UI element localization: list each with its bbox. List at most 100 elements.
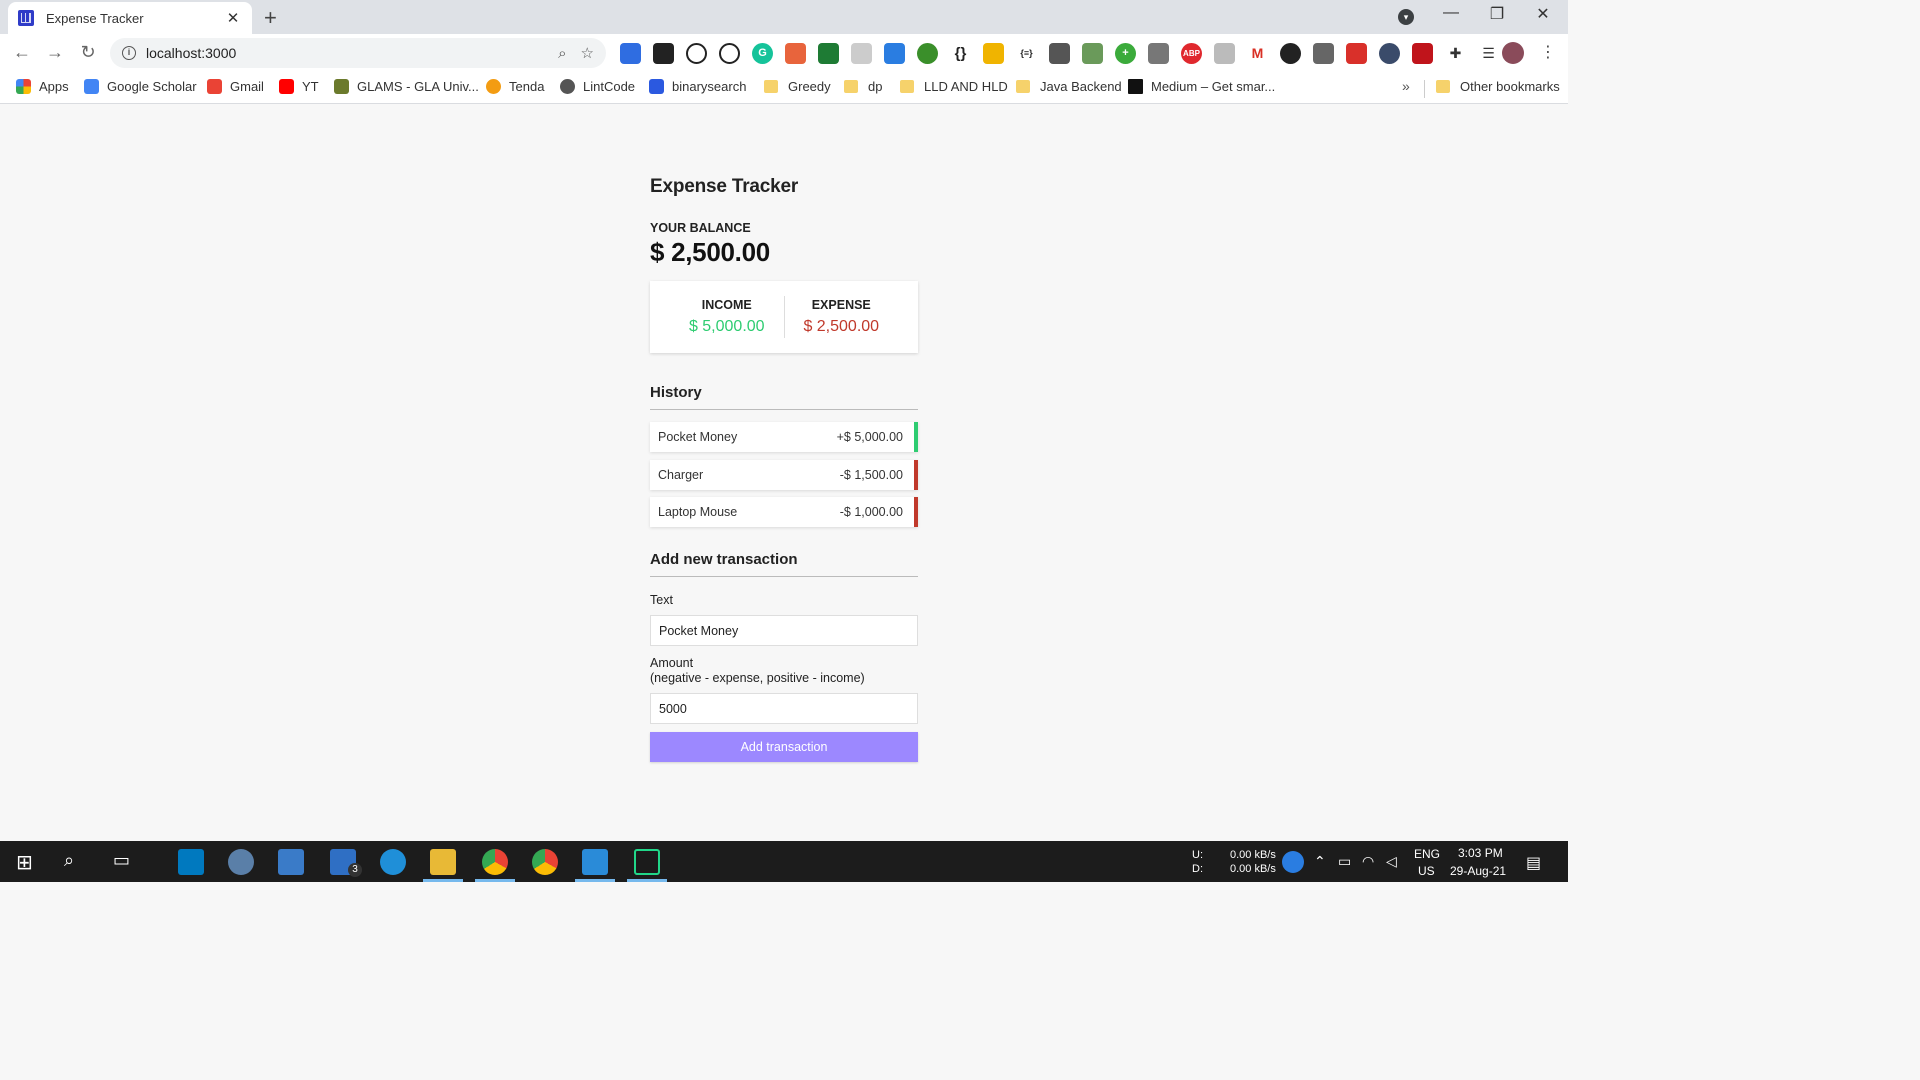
search-icon[interactable]: ⌕ [64, 850, 74, 871]
bookmark-yt[interactable]: YT [279, 79, 319, 94]
clock-date[interactable]: 29-Aug-21 [1450, 864, 1506, 878]
extension-icon[interactable] [1148, 43, 1169, 64]
bookmark-medium[interactable]: Medium – Get smar... [1128, 79, 1275, 94]
task-view-icon[interactable]: ▭ [113, 850, 130, 871]
gmail-extension-icon[interactable]: M [1247, 43, 1268, 64]
tab-search-icon[interactable]: ▾ [1398, 9, 1414, 25]
bookmark-folder-dp[interactable]: dp [844, 79, 882, 94]
add-transaction-button[interactable]: Add transaction [650, 732, 918, 762]
extension-icon[interactable] [1049, 43, 1070, 64]
transaction-item[interactable]: Laptop Mouse -$ 1,000.00 [650, 497, 918, 527]
bookmark-gmail[interactable]: Gmail [207, 79, 264, 94]
bookmark-glams[interactable]: GLAMS - GLA Univ... [334, 79, 479, 94]
window-close-icon[interactable]: ✕ [1528, 4, 1558, 24]
bookmark-folder-other[interactable]: Other bookmarks [1436, 79, 1560, 94]
browser-tab[interactable]: Expense Tracker ✕ [8, 2, 252, 34]
json-icon[interactable]: {} [950, 43, 971, 64]
extension-icon[interactable] [884, 43, 905, 64]
address-bar[interactable]: i localhost:3000 ⌕ ☆ [110, 38, 606, 68]
bookmark-folder-greedy[interactable]: Greedy [764, 79, 831, 94]
site-info-icon[interactable]: i [122, 46, 136, 60]
bookmark-binarysearch[interactable]: binarysearch [649, 79, 746, 94]
app-icon[interactable] [228, 849, 254, 875]
bookmark-folder-lld-hld[interactable]: LLD AND HLD [900, 79, 1008, 94]
bookmark-lintcode[interactable]: LintCode [560, 79, 635, 94]
webstorm-icon[interactable] [634, 849, 660, 875]
extension-icon[interactable] [1214, 43, 1235, 64]
windows-start-icon[interactable]: ⊞ [16, 850, 33, 875]
url-text[interactable]: localhost:3000 [146, 45, 544, 61]
reload-icon[interactable]: ↻ [76, 42, 100, 63]
folder-icon [764, 80, 778, 93]
vscode-icon[interactable] [582, 849, 608, 875]
bookmark-star-icon[interactable]: ☆ [581, 44, 594, 62]
extension-icon[interactable] [686, 43, 707, 64]
notifications-icon[interactable]: ▤ [1526, 853, 1541, 873]
reading-list-icon[interactable]: ☰ [1478, 43, 1499, 64]
chevron-up-icon[interactable]: ⌃ [1314, 853, 1326, 870]
extension-icon[interactable] [1412, 43, 1433, 64]
app-icon[interactable] [278, 849, 304, 875]
extension-icon[interactable] [719, 43, 740, 64]
text-input[interactable] [650, 615, 918, 646]
bookmark-label: Medium – Get smar... [1151, 79, 1276, 94]
extensions-puzzle-icon[interactable]: ✚ [1445, 43, 1466, 64]
edge-icon[interactable] [380, 849, 406, 875]
gmail-icon [207, 79, 222, 94]
file-explorer-icon[interactable] [430, 849, 456, 875]
forward-icon[interactable]: → [43, 42, 67, 63]
extension-icon[interactable] [983, 43, 1004, 64]
bookmark-folder-java-backend[interactable]: Java Backend [1016, 79, 1122, 94]
extension-icon[interactable] [785, 43, 806, 64]
amount-hint: (negative - expense, positive - income) [650, 671, 865, 685]
restore-icon[interactable]: ❐ [1482, 4, 1512, 24]
expense-tracker-app: Expense Tracker Your Balance $ 2,500.00 … [650, 176, 918, 762]
bookmark-tenda[interactable]: Tenda [486, 79, 544, 94]
extension-icon[interactable] [1082, 43, 1103, 64]
profile-avatar[interactable] [1502, 42, 1524, 64]
bookmark-apps[interactable]: Apps [16, 79, 69, 94]
app-favicon-icon [18, 10, 34, 26]
region-label[interactable]: US [1418, 864, 1435, 878]
transaction-item[interactable]: Pocket Money +$ 5,000.00 [650, 422, 918, 452]
extension-icon[interactable] [917, 43, 938, 64]
bookmarks-overflow-icon[interactable]: » [1402, 78, 1410, 94]
active-indicator [627, 879, 667, 882]
back-icon[interactable]: ← [10, 42, 34, 63]
extension-icon[interactable]: + [1115, 43, 1136, 64]
extension-icon[interactable] [851, 43, 872, 64]
bookmark-google-scholar[interactable]: Google Scholar [84, 79, 197, 94]
add-transaction-title: Add new transaction [650, 551, 918, 577]
extension-icon[interactable] [1379, 43, 1400, 64]
chrome-icon[interactable] [482, 849, 508, 875]
browser-menu-icon[interactable]: ⋮ [1540, 42, 1556, 62]
extension-icon[interactable] [818, 43, 839, 64]
transaction-item[interactable]: Charger -$ 1,500.00 [650, 459, 918, 490]
extension-icon[interactable] [1346, 43, 1367, 64]
adblock-icon[interactable]: ABP [1181, 43, 1202, 64]
extension-icon[interactable] [620, 43, 641, 64]
volume-icon[interactable]: ◁ [1386, 853, 1397, 870]
extension-icon[interactable] [1313, 43, 1334, 64]
bookmark-label: binarysearch [672, 79, 747, 94]
chrome-profile-icon[interactable] [532, 849, 558, 875]
wifi-icon[interactable]: ◠ [1362, 853, 1374, 870]
folder-icon [844, 80, 858, 93]
tab-close-icon[interactable]: ✕ [224, 9, 242, 27]
language-label[interactable]: ENG [1414, 847, 1440, 861]
extension-icon[interactable]: {≡} [1016, 43, 1037, 64]
zoom-icon[interactable]: ⌕ [558, 45, 566, 62]
clock-time[interactable]: 3:03 PM [1458, 846, 1503, 860]
amount-input[interactable] [650, 693, 918, 724]
battery-icon[interactable]: ▭ [1338, 853, 1351, 870]
help-icon[interactable] [1282, 851, 1304, 873]
grammarly-icon[interactable]: G [752, 43, 773, 64]
new-tab-button[interactable]: + [264, 5, 277, 31]
extension-icon[interactable] [653, 43, 674, 64]
trello-icon[interactable] [178, 849, 204, 875]
minimize-icon[interactable]: — [1436, 4, 1466, 22]
bookmark-label: Other bookmarks [1460, 79, 1560, 94]
transaction-amount: -$ 1,000.00 [839, 505, 903, 519]
text-field-label: Text [650, 593, 673, 607]
extension-icon[interactable] [1280, 43, 1301, 64]
